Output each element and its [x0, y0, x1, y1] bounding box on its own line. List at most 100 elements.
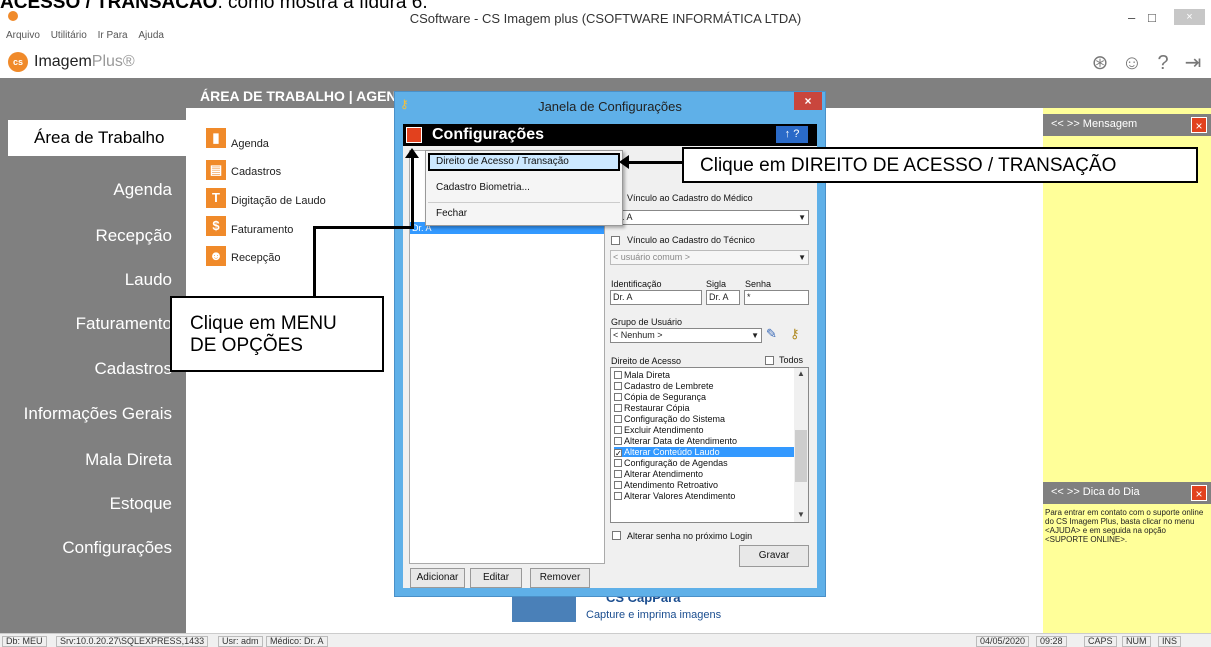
grupo-select[interactable]: < Nenhum > ▼	[610, 328, 762, 343]
senha-input[interactable]: *	[744, 290, 809, 305]
sigla-input[interactable]: Dr. A	[706, 290, 740, 305]
vinc-tecnico-checkbox[interactable]	[611, 236, 620, 245]
recepcao-icon[interactable]: ☻	[206, 246, 226, 266]
perm-alterar-atendimento[interactable]: Alterar Atendimento	[614, 469, 794, 479]
menu-fechar[interactable]: Fechar	[436, 208, 467, 219]
logo-mark: cs	[8, 52, 28, 72]
menu-utilitario[interactable]: Utilitário	[51, 30, 87, 41]
permissions-scroll-thumb[interactable]	[795, 430, 807, 482]
perm-restaurar-copia[interactable]: Restaurar Cópia	[614, 403, 794, 413]
perm-checkbox[interactable]	[614, 470, 622, 478]
promo-subtitle: Capture e imprima imagens	[586, 609, 722, 621]
status-date: 04/05/2020	[976, 636, 1030, 647]
ident-label: Identificação	[611, 279, 662, 289]
menu-ajuda[interactable]: Ajuda	[138, 30, 164, 41]
vinc-medico-select[interactable]: Dr. A▼	[610, 210, 809, 225]
nav-item-configuracoes[interactable]: Configurações	[0, 538, 186, 558]
perm-mala-direta[interactable]: Mala Direta	[614, 370, 794, 380]
edit-group-icon[interactable]: ✎	[766, 326, 777, 342]
perm-checkbox[interactable]	[614, 492, 622, 500]
ident-input[interactable]: Dr. A	[610, 290, 702, 305]
minimize-button[interactable]: –	[1128, 10, 1135, 25]
help-icon[interactable]: ?	[1152, 52, 1174, 74]
nav-item-mala-direta[interactable]: Mala Direta	[0, 450, 186, 470]
status-user: Usr: adm	[218, 636, 263, 647]
menu-cadastro-biometria[interactable]: Cadastro Biometria...	[436, 182, 530, 193]
key-group-icon[interactable]: ⚷	[790, 326, 800, 342]
module-cadastros[interactable]: Cadastros	[231, 166, 281, 178]
message-close-icon[interactable]: ×	[1191, 117, 1207, 133]
callout-menu-line-v	[313, 228, 316, 296]
perm-checkbox[interactable]	[614, 404, 622, 412]
perm-alterar-conteudo-laudo[interactable]: ✓ Alterar Conteúdo Laudo	[614, 447, 794, 458]
nav-item-faturamento[interactable]: Faturamento	[0, 314, 186, 334]
menu-arquivo[interactable]: Arquivo	[6, 30, 40, 41]
module-digitacao-de-laudo[interactable]: Digitação de Laudo	[231, 195, 326, 207]
perm-config-sistema[interactable]: Configuração do Sistema	[614, 414, 794, 424]
remover-button[interactable]: Remover	[530, 568, 590, 588]
perm-checkbox[interactable]	[614, 426, 622, 434]
tip-panel-header: << >> Dica do Dia ×	[1043, 482, 1211, 504]
perm-checkbox[interactable]	[614, 459, 622, 467]
cadastros-icon[interactable]: ▤	[206, 160, 226, 180]
perm-cadastro-lembrete[interactable]: Cadastro de Lembrete	[614, 381, 794, 391]
vinc-medico-label: Vínculo ao Cadastro do Médico	[627, 193, 753, 203]
gravar-button[interactable]: Gravar	[739, 545, 809, 567]
config-help-buttons[interactable]: ↑ ?	[776, 126, 808, 143]
vinc-tecnico-select[interactable]: < usuário comum > ▼	[610, 250, 809, 265]
message-panel-title[interactable]: << >> Mensagem	[1051, 118, 1137, 130]
module-faturamento[interactable]: Faturamento	[231, 224, 293, 236]
laudo-icon[interactable]: T	[206, 188, 226, 208]
menu-direito-acesso[interactable]: Direito de Acesso / Transação	[436, 156, 569, 167]
globe-icon[interactable]: ⊛	[1089, 52, 1111, 74]
perm-copia-seguranca[interactable]: Cópia de Segurança	[614, 392, 794, 402]
todos-label: Todos	[779, 355, 804, 365]
support-user-icon[interactable]: ☺	[1121, 52, 1143, 74]
perm-checkbox[interactable]	[614, 371, 622, 379]
scroll-up-icon[interactable]: ▲	[797, 369, 805, 378]
menu-ir-para[interactable]: Ir Para	[98, 30, 128, 41]
perm-checkbox[interactable]	[614, 481, 622, 489]
module-agenda[interactable]: Agenda	[231, 138, 269, 150]
permissions-list[interactable]: Mala Direta Cadastro de Lembrete Cópia d…	[610, 367, 809, 523]
alterar-senha-checkbox[interactable]	[612, 531, 621, 540]
breadcrumb: ÁREA DE TRABALHO | AGENDA	[200, 88, 417, 104]
perm-atendimento-retroativo[interactable]: Atendimento Retroativo	[614, 480, 794, 490]
tip-close-icon[interactable]: ×	[1191, 485, 1207, 501]
options-menu-icon[interactable]	[406, 127, 422, 143]
nav-item-agenda[interactable]: Agenda	[0, 180, 186, 200]
todos-checkbox[interactable]	[765, 356, 774, 365]
exit-icon[interactable]: ⇥	[1182, 52, 1204, 74]
perm-checkbox-checked[interactable]: ✓	[614, 449, 622, 458]
nav-item-cadastros[interactable]: Cadastros	[0, 359, 186, 379]
nav-item-area-de-trabalho[interactable]: Área de Trabalho	[8, 128, 186, 148]
nav-item-laudo[interactable]: Laudo	[0, 270, 186, 290]
perm-checkbox[interactable]	[614, 415, 622, 423]
adicionar-button[interactable]: Adicionar	[410, 568, 465, 588]
menu-bar: Arquivo Utilitário Ir Para Ajuda	[0, 30, 1211, 44]
status-time: 09:28	[1036, 636, 1067, 647]
window-close-button[interactable]: ×	[1174, 9, 1205, 25]
dialog-close-button[interactable]: ×	[794, 92, 822, 110]
vinc-tecnico-label: Vínculo ao Cadastro do Técnico	[627, 235, 755, 245]
perm-checkbox[interactable]	[614, 393, 622, 401]
perm-config-agendas[interactable]: Configuração de Agendas	[614, 458, 794, 468]
perm-checkbox[interactable]	[614, 437, 622, 445]
maximize-button[interactable]: □	[1148, 10, 1156, 25]
status-medico: Médico: Dr. A	[266, 636, 328, 647]
editar-button[interactable]: Editar	[470, 568, 522, 588]
perm-checkbox[interactable]	[614, 382, 622, 390]
perm-alterar-valores[interactable]: Alterar Valores Atendimento	[614, 491, 794, 501]
faturamento-icon[interactable]: $	[206, 216, 226, 236]
tip-panel-title[interactable]: << >> Dica do Dia	[1051, 486, 1140, 498]
callout-menu-line-h	[313, 226, 413, 229]
perm-alterar-data[interactable]: Alterar Data de Atendimento	[614, 436, 794, 446]
grupo-label: Grupo de Usuário	[611, 317, 683, 327]
nav-item-recepcao[interactable]: Recepção	[0, 226, 186, 246]
scroll-down-icon[interactable]: ▼	[797, 510, 805, 519]
agenda-icon[interactable]: ▮	[206, 128, 226, 148]
nav-item-estoque[interactable]: Estoque	[0, 494, 186, 514]
module-recepcao[interactable]: Recepção	[231, 252, 281, 264]
nav-item-informacoes-gerais[interactable]: Informações Gerais	[0, 404, 186, 424]
perm-excluir-atendimento[interactable]: Excluir Atendimento	[614, 425, 794, 435]
